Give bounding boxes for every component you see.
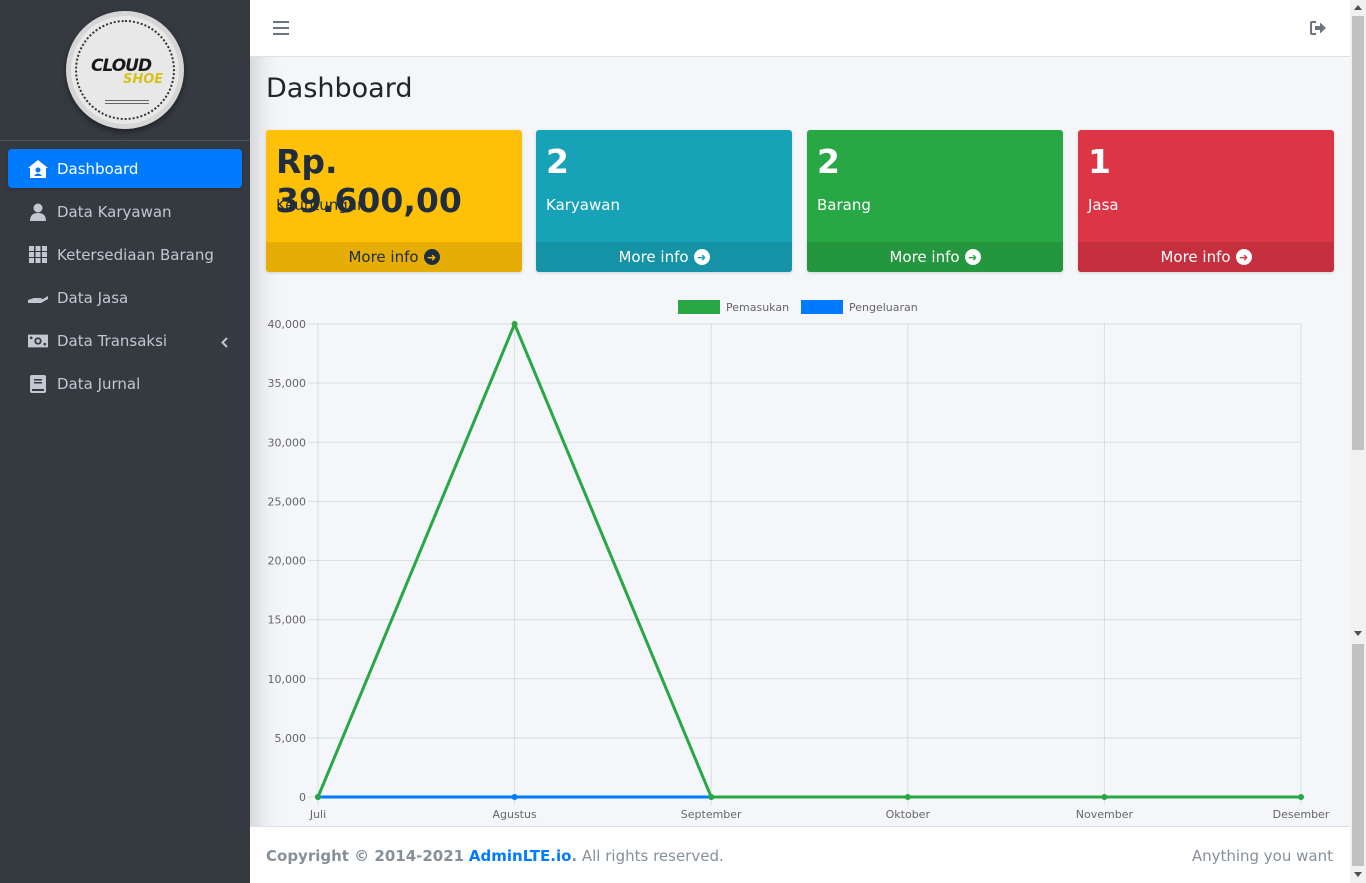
legend-label-pemasukan: Pemasukan bbox=[726, 301, 789, 314]
sidebar-item-data-karyawan[interactable]: Data Karyawan bbox=[8, 192, 242, 231]
sidebar-item-label: Dashboard bbox=[57, 159, 139, 178]
sidebar-item-ketersediaan-barang[interactable]: Ketersediaan Barang bbox=[8, 235, 242, 274]
y-tick-label: 20,000 bbox=[268, 555, 307, 568]
user-icon bbox=[28, 202, 48, 222]
home-icon bbox=[28, 159, 48, 179]
sign-out-icon[interactable] bbox=[1310, 20, 1326, 39]
scroll-down-arrow-icon[interactable] bbox=[1354, 631, 1362, 636]
chevron-left-icon[interactable] bbox=[221, 334, 228, 352]
page-scrollbar[interactable] bbox=[1350, 0, 1366, 883]
y-tick-label: 35,000 bbox=[268, 377, 307, 390]
x-tick-label: November bbox=[1076, 808, 1134, 821]
logo-tagline-lines bbox=[105, 100, 149, 104]
stat-box-barang: 2 Barang More info ➜ bbox=[807, 130, 1063, 272]
stat-value: 1 bbox=[1088, 142, 1111, 181]
y-tick-label: 5,000 bbox=[275, 732, 307, 745]
stat-label: Barang bbox=[817, 196, 871, 214]
grid-icon bbox=[28, 245, 48, 265]
x-tick-label: Oktober bbox=[886, 808, 931, 821]
data-point-pengeluaran bbox=[511, 794, 518, 800]
more-info-link[interactable]: More info ➜ bbox=[266, 242, 522, 272]
x-tick-label: Desember bbox=[1273, 808, 1330, 821]
more-info-label: More info bbox=[1160, 248, 1231, 266]
stat-value: 2 bbox=[817, 142, 840, 181]
legend-swatch-pengeluaran bbox=[801, 300, 843, 314]
page-title: Dashboard bbox=[266, 73, 413, 104]
data-point-pemasukan bbox=[708, 794, 715, 800]
footer-right-text: Anything you want bbox=[1191, 847, 1333, 865]
book-icon bbox=[28, 374, 48, 394]
y-tick-label: 0 bbox=[299, 791, 306, 804]
more-info-link[interactable]: More info ➜ bbox=[807, 242, 1063, 272]
rights-text: All rights reserved. bbox=[577, 847, 724, 865]
stat-label: Karyawan bbox=[546, 196, 620, 214]
sidebar-item-label: Data Transaksi bbox=[57, 331, 168, 350]
y-tick-label: 40,000 bbox=[268, 318, 307, 331]
y-tick-label: 25,000 bbox=[268, 495, 307, 508]
stat-box-jasa: 1 Jasa More info ➜ bbox=[1078, 130, 1334, 272]
sidebar-item-data-transaksi[interactable]: Data Transaksi bbox=[8, 321, 242, 360]
top-navbar bbox=[250, 0, 1350, 57]
y-tick-label: 30,000 bbox=[268, 436, 307, 449]
sidebar-item-label: Data Karyawan bbox=[57, 202, 172, 221]
data-point-pemasukan bbox=[1101, 794, 1108, 800]
income-expense-line-chart: 40,000 35,000 30,000 25,000 20,000 15,000 10,0… bbox=[268, 300, 1330, 821]
data-point-pemasukan bbox=[1298, 794, 1304, 800]
arrow-circle-right-icon: ➜ bbox=[1235, 249, 1252, 265]
money-icon bbox=[28, 331, 48, 351]
data-point-pemasukan bbox=[511, 321, 518, 327]
x-tick-label: September bbox=[681, 808, 742, 821]
scroll-down-arrow-icon[interactable] bbox=[1354, 872, 1362, 877]
sidebar-item-data-jurnal[interactable]: Data Jurnal bbox=[8, 364, 242, 403]
stat-box-karyawan: 2 Karyawan More info ➜ bbox=[536, 130, 792, 272]
sidebar-item-label: Data Jasa bbox=[57, 288, 129, 307]
y-tick-label: 15,000 bbox=[268, 614, 307, 627]
more-info-link[interactable]: More info ➜ bbox=[536, 242, 792, 272]
adminlte-link[interactable]: AdminLTE.io bbox=[469, 847, 572, 865]
data-point-pemasukan bbox=[904, 794, 911, 800]
stat-value: 2 bbox=[546, 142, 569, 181]
brand-area: CLOUD SHOE bbox=[0, 0, 250, 141]
legend-label-pengeluaran: Pengeluaran bbox=[849, 301, 918, 314]
logo-badge: CLOUD SHOE bbox=[75, 20, 175, 120]
legend-swatch-pemasukan bbox=[678, 300, 720, 314]
scrollbar-thumb-lower[interactable] bbox=[1352, 644, 1364, 866]
data-point-pemasukan bbox=[315, 794, 321, 800]
stat-box-keuntungan: Rp. 39.600,00 Keuntungan More info ➜ bbox=[266, 130, 522, 272]
more-info-link[interactable]: More info ➜ bbox=[1078, 242, 1334, 272]
x-tick-label: Juli bbox=[309, 808, 326, 821]
arrow-circle-right-icon: ➜ bbox=[964, 249, 981, 265]
more-info-label: More info bbox=[618, 248, 689, 266]
main-footer: Copyright © 2014-2021 AdminLTE.io. All r… bbox=[250, 826, 1350, 883]
stat-label: Keuntungan bbox=[276, 196, 367, 214]
copyright-text: Copyright © 2014-2021 bbox=[266, 847, 465, 865]
hand-icon bbox=[28, 288, 48, 308]
hamburger-icon[interactable] bbox=[273, 21, 289, 35]
scroll-up-arrow-icon[interactable] bbox=[1354, 5, 1362, 10]
main-sidebar: CLOUD SHOE Dashboard Data Karyawan Keter… bbox=[0, 0, 250, 883]
logo-text-shoe: SHOE bbox=[123, 72, 164, 87]
sidebar-item-data-jasa[interactable]: Data Jasa bbox=[8, 278, 242, 317]
footer-copyright: Copyright © 2014-2021 AdminLTE.io. All r… bbox=[266, 847, 724, 865]
arrow-circle-right-icon: ➜ bbox=[423, 249, 440, 265]
sidebar-nav: Dashboard Data Karyawan Ketersediaan Bar… bbox=[0, 141, 250, 403]
scrollbar-thumb[interactable] bbox=[1352, 16, 1364, 450]
stat-label: Jasa bbox=[1088, 196, 1119, 214]
brand-logo[interactable]: CLOUD SHOE bbox=[66, 11, 184, 129]
sidebar-item-dashboard[interactable]: Dashboard bbox=[8, 149, 242, 188]
sidebar-item-label: Data Jurnal bbox=[57, 374, 141, 393]
more-info-label: More info bbox=[348, 248, 419, 266]
more-info-label: More info bbox=[889, 248, 960, 266]
y-tick-label: 10,000 bbox=[268, 673, 307, 686]
x-tick-label: Agustus bbox=[492, 808, 536, 821]
arrow-circle-right-icon: ➜ bbox=[693, 249, 710, 265]
sidebar-item-label: Ketersediaan Barang bbox=[57, 245, 214, 264]
